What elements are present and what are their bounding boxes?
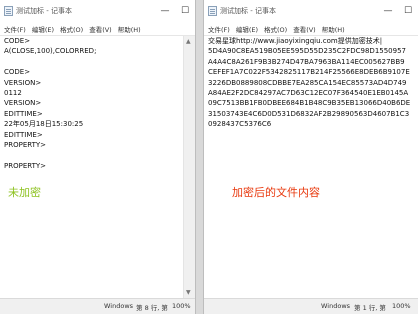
text-line: 3226DB0889808CDBBE7EA285CA154EC85573AD4D… bbox=[208, 78, 407, 87]
status-cursor-position: 第 1 行, 第 bbox=[354, 304, 386, 312]
unencrypted-caption: 未加密 bbox=[8, 186, 41, 199]
text-line bbox=[0, 57, 183, 67]
text-line: PROPERTY> bbox=[4, 141, 47, 150]
maximize-button[interactable]: ☐ bbox=[398, 0, 418, 22]
minimize-button[interactable]: — bbox=[155, 0, 175, 22]
menu-bar: 文件(F) 编辑(E) 格式(O) 查看(V) 帮助(H) bbox=[0, 22, 195, 36]
text-editor[interactable]: CODE> A(CLOSE,100),COLORRED; CODE> VERSI… bbox=[0, 36, 183, 298]
text-line: 交易星球http://www.jiaoyixingqiu.com提供加密技术| bbox=[208, 37, 383, 45]
text-line bbox=[0, 150, 183, 160]
window-divider bbox=[196, 0, 203, 314]
notepad-icon bbox=[208, 6, 217, 16]
text-line: CODE> bbox=[4, 37, 31, 45]
text-line: A84AE2F2DC84297AC7D63C12EC07F364540E1EB0… bbox=[208, 89, 409, 98]
text-line: VERSION> bbox=[4, 78, 42, 87]
text-line: 22年05月18日15:30:25 bbox=[4, 120, 84, 129]
scroll-up-icon[interactable]: ▲ bbox=[186, 38, 191, 45]
vertical-scrollbar[interactable]: ▲ ▼ bbox=[183, 36, 195, 298]
minimize-icon: — bbox=[160, 6, 170, 16]
menu-edit[interactable]: 编辑(E) bbox=[32, 24, 54, 34]
status-zoom: 100% bbox=[392, 302, 411, 310]
text-line: EDITTIME> bbox=[4, 109, 43, 118]
text-line: 09C7513BB1FB0DBEE684B1B48C9B35EB13066D40… bbox=[208, 99, 411, 108]
text-line: EDITTIME> bbox=[4, 130, 43, 139]
menu-edit[interactable]: 编辑(E) bbox=[236, 24, 258, 34]
status-bar: Windows 第 1 行, 第 100% bbox=[204, 298, 418, 314]
text-line: VERSION> bbox=[4, 99, 42, 108]
menu-help[interactable]: 帮助(H) bbox=[118, 24, 141, 34]
text-line: 31503743E4C6D0D531D6832AF2B29890563D4607… bbox=[208, 109, 410, 118]
text-line: CODE> bbox=[4, 68, 31, 77]
status-os: Windows bbox=[104, 302, 134, 310]
menu-view[interactable]: 查看(V) bbox=[293, 24, 316, 34]
text-line: 5D4A90C8EA519B05EE595D55D235C2FDC98D1550… bbox=[208, 47, 406, 56]
maximize-icon: ☐ bbox=[180, 6, 190, 16]
window-title: 测试加标 - 记事本 bbox=[16, 7, 72, 15]
status-zoom: 100% bbox=[172, 302, 191, 310]
window-title: 测试加标 - 记事本 bbox=[220, 7, 276, 15]
menu-format[interactable]: 格式(O) bbox=[60, 24, 83, 34]
text-line: PROPERTY> bbox=[4, 161, 47, 170]
minimize-button[interactable]: — bbox=[378, 0, 398, 22]
encrypted-caption: 加密后的文件内容 bbox=[232, 186, 320, 199]
text-line: 0112 bbox=[4, 89, 22, 98]
text-editor[interactable]: 交易星球http://www.jiaoyixingqiu.com提供加密技术| … bbox=[204, 36, 418, 298]
text-line: 0928437C5376C6 bbox=[208, 120, 272, 129]
text-line: CEFEF1A7C022F5342825117B214F25566E8DEB6B… bbox=[208, 68, 410, 77]
notepad-icon bbox=[4, 6, 13, 16]
text-line: A(CLOSE,100),COLORRED; bbox=[4, 47, 97, 56]
status-os: Windows bbox=[321, 302, 351, 310]
menu-file[interactable]: 文件(F) bbox=[4, 24, 26, 34]
menu-view[interactable]: 查看(V) bbox=[89, 24, 112, 34]
status-bar: Windows 第 8 行, 第 100% bbox=[0, 298, 195, 314]
title-bar[interactable]: 测试加标 - 记事本 — ☐ bbox=[204, 0, 418, 22]
notepad-window-unencrypted: 测试加标 - 记事本 — ☐ 文件(F) 编辑(E) 格式(O) 查看(V) 帮… bbox=[0, 0, 196, 314]
menu-help[interactable]: 帮助(H) bbox=[322, 24, 345, 34]
minimize-icon: — bbox=[383, 6, 393, 16]
maximize-icon: ☐ bbox=[403, 6, 413, 16]
status-cursor-position: 第 8 行, 第 bbox=[136, 304, 168, 312]
title-bar[interactable]: 测试加标 - 记事本 — ☐ bbox=[0, 0, 195, 22]
menu-bar: 文件(F) 编辑(E) 格式(O) 查看(V) 帮助(H) bbox=[204, 22, 418, 36]
notepad-window-encrypted: 测试加标 - 记事本 — ☐ 文件(F) 编辑(E) 格式(O) 查看(V) 帮… bbox=[203, 0, 418, 314]
menu-format[interactable]: 格式(O) bbox=[264, 24, 287, 34]
text-line: A4A4C8A261F9B3B274D47BA7963BA114EC005627… bbox=[208, 57, 405, 66]
maximize-button[interactable]: ☐ bbox=[175, 0, 195, 22]
scroll-down-icon[interactable]: ▼ bbox=[186, 289, 191, 296]
menu-file[interactable]: 文件(F) bbox=[208, 24, 230, 34]
